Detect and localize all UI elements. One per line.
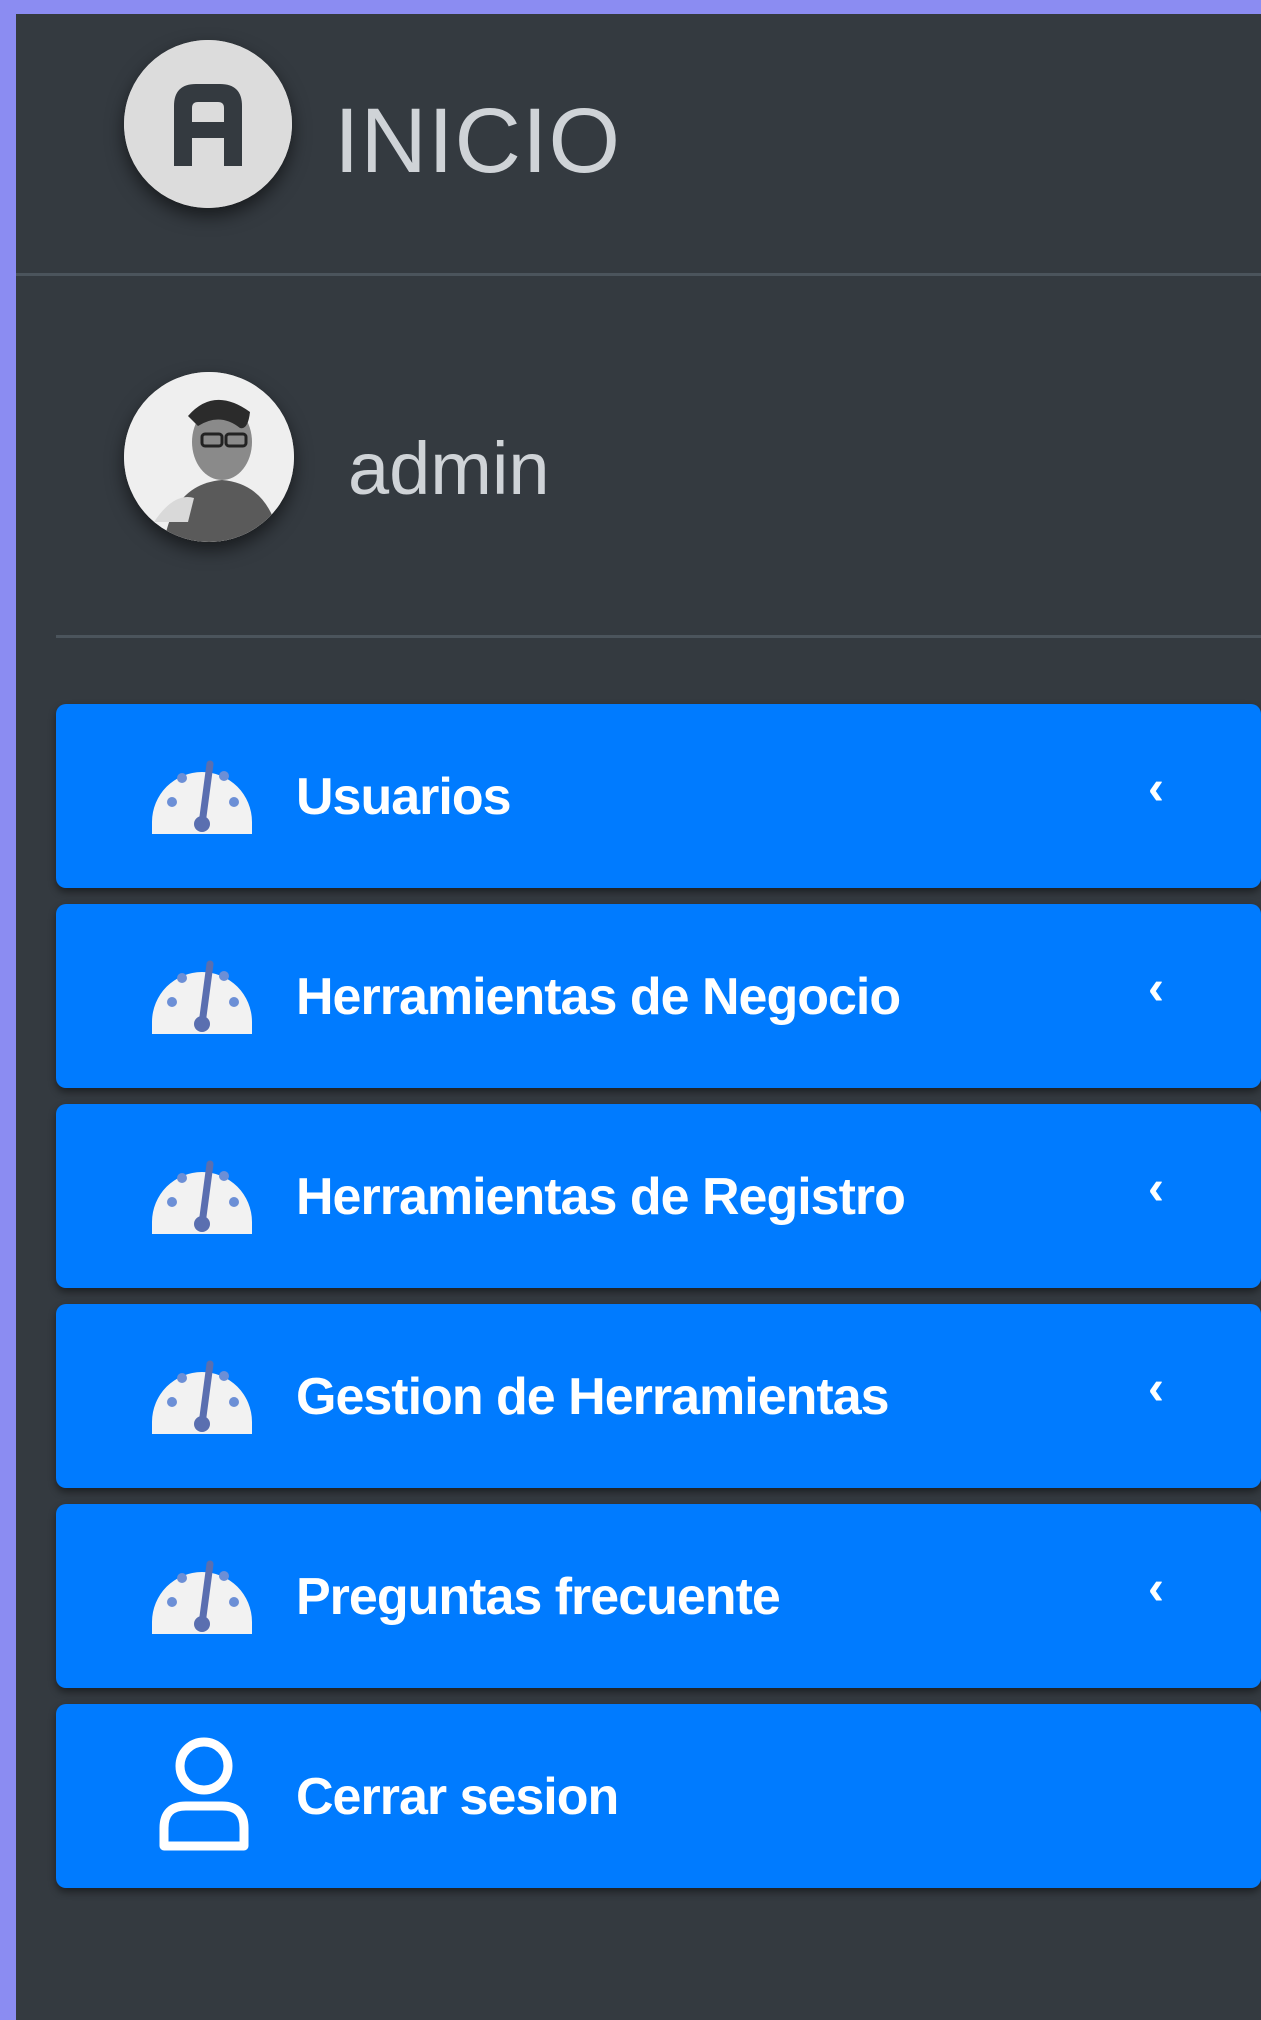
chevron-left-icon: ‹	[1148, 1162, 1164, 1215]
chevron-left-icon: ‹	[1148, 962, 1164, 1015]
tachometer-icon	[148, 746, 256, 836]
sidebar-item-herramientas-registro[interactable]: Herramientas de Registro ‹	[56, 1104, 1261, 1288]
brand-title: INICIO	[334, 90, 622, 192]
user-avatar[interactable]	[124, 372, 294, 542]
chevron-left-icon: ‹	[1148, 1362, 1164, 1415]
sidebar-item-label: Herramientas de Registro	[296, 1168, 906, 1226]
sidebar-item-label: Usuarios	[296, 768, 512, 826]
sidebar-item-preguntas-frecuente[interactable]: Preguntas frecuente ‹	[56, 1504, 1261, 1688]
circle-a-logo-icon	[124, 40, 292, 208]
sidebar-item-label: Gestion de Herramientas	[296, 1368, 890, 1426]
sidebar-item-label: Cerrar sesion	[296, 1768, 619, 1826]
brand-link[interactable]: INICIO	[16, 14, 1261, 276]
chevron-left-icon: ‹	[1148, 762, 1164, 815]
tachometer-icon	[148, 1546, 256, 1636]
sidebar-item-gestion-herramientas[interactable]: Gestion de Herramientas ‹	[56, 1304, 1261, 1488]
sidebar-item-label: Herramientas de Negocio	[296, 968, 901, 1026]
sidebar-menu: Usuarios ‹ Herramientas de Negocio ‹ Her…	[56, 704, 1261, 1904]
user-name[interactable]: admin	[348, 424, 550, 514]
user-outline-icon	[156, 1736, 252, 1852]
sidebar-item-cerrar-sesion[interactable]: Cerrar sesion	[56, 1704, 1261, 1888]
tachometer-icon	[148, 946, 256, 1036]
tachometer-icon	[148, 1346, 256, 1436]
sidebar-item-herramientas-negocio[interactable]: Herramientas de Negocio ‹	[56, 904, 1261, 1088]
chevron-left-icon: ‹	[1148, 1562, 1164, 1615]
sidebar: INICIO admin Usuarios ‹ Herramientas de …	[16, 14, 1261, 2020]
user-panel: admin	[56, 276, 1261, 638]
sidebar-item-label: Preguntas frecuente	[296, 1568, 781, 1626]
tachometer-icon	[148, 1146, 256, 1236]
sidebar-item-usuarios[interactable]: Usuarios ‹	[56, 704, 1261, 888]
